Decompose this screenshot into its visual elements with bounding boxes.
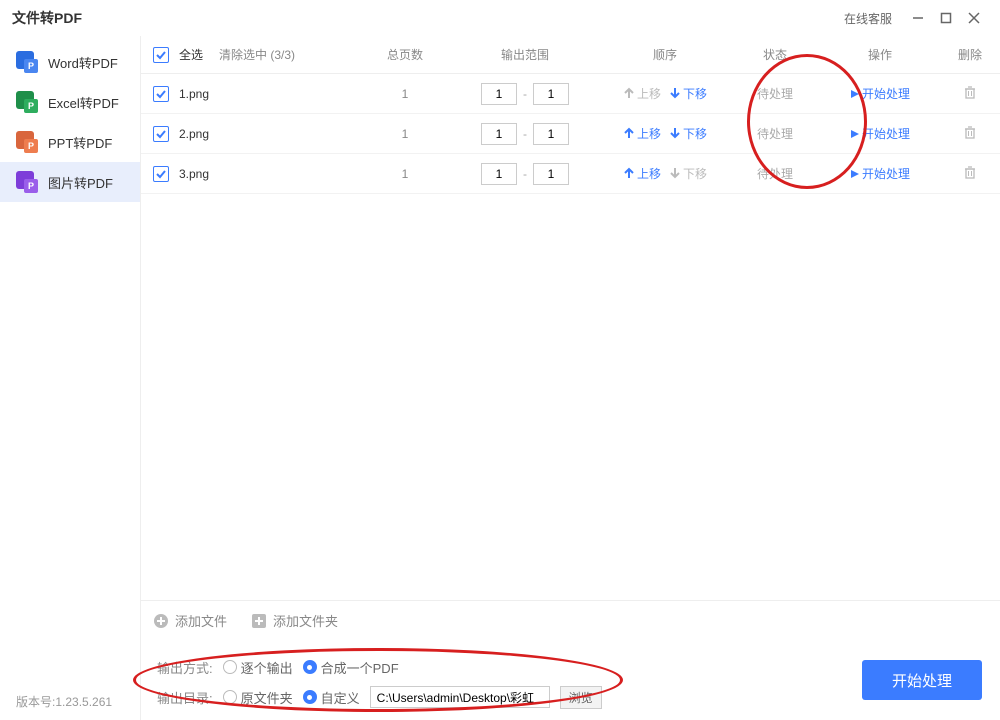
page-count: 1 xyxy=(360,87,450,101)
move-up-button: 上移 xyxy=(623,85,661,102)
trash-icon xyxy=(963,85,977,99)
play-icon xyxy=(850,129,860,139)
order-group: 上移下移 xyxy=(600,85,730,103)
range-to-input[interactable] xyxy=(533,83,569,105)
row-checkbox[interactable] xyxy=(153,126,169,142)
select-all-checkbox[interactable] xyxy=(153,47,169,63)
sidebar-item-label: Excel转PDF xyxy=(48,93,119,112)
maximize-button[interactable] xyxy=(932,4,960,32)
table-row: 3.png1-上移下移待处理开始处理 xyxy=(141,154,1000,194)
settings-panel: 输出方式: 逐个输出 合成一个PDF 输出目录: 原文件夹 自定义 浏览 开始处… xyxy=(141,640,1000,720)
sidebar-item-label: Word转PDF xyxy=(48,53,118,72)
range-to-input[interactable] xyxy=(533,123,569,145)
output-dir-label: 输出目录: xyxy=(157,688,213,707)
row-checkbox[interactable] xyxy=(153,86,169,102)
add-folder-button[interactable]: 添加文件夹 xyxy=(251,611,338,630)
trash-icon xyxy=(963,125,977,139)
radio-source-folder[interactable]: 原文件夹 xyxy=(223,688,293,707)
sidebar-item-label: 图片转PDF xyxy=(48,173,113,192)
trash-icon xyxy=(963,165,977,179)
row-checkbox[interactable] xyxy=(153,166,169,182)
excel-icon: P xyxy=(16,91,38,113)
start-item-button[interactable]: 开始处理 xyxy=(820,125,940,142)
col-pages: 总页数 xyxy=(360,46,450,63)
range-group: - xyxy=(450,83,600,105)
col-action: 操作 xyxy=(820,46,940,63)
app-title: 文件转PDF xyxy=(12,8,82,28)
clear-selected-button[interactable]: 清除选中 (3/3) xyxy=(219,46,295,63)
output-mode-label: 输出方式: xyxy=(157,658,213,677)
delete-row-button[interactable] xyxy=(940,85,1000,102)
range-dash: - xyxy=(523,87,527,101)
plus-circle-icon xyxy=(153,613,169,629)
order-group: 上移下移 xyxy=(600,125,730,143)
order-group: 上移下移 xyxy=(600,165,730,183)
row-status: 待处理 xyxy=(730,125,820,142)
sidebar-item-ppt[interactable]: P PPT转PDF xyxy=(0,122,140,162)
range-to-input[interactable] xyxy=(533,163,569,185)
file-name: 3.png xyxy=(179,167,360,181)
add-file-label: 添加文件 xyxy=(175,611,227,630)
add-file-button[interactable]: 添加文件 xyxy=(153,611,227,630)
browse-button[interactable]: 浏览 xyxy=(560,686,602,709)
page-count: 1 xyxy=(360,127,450,141)
move-down-button[interactable]: 下移 xyxy=(669,125,707,142)
play-icon xyxy=(850,89,860,99)
range-dash: - xyxy=(523,167,527,181)
col-order: 顺序 xyxy=(600,46,730,63)
image-icon: P xyxy=(16,171,38,193)
move-down-button: 下移 xyxy=(669,165,707,182)
online-support-link[interactable]: 在线客服 xyxy=(844,10,892,27)
start-item-button[interactable]: 开始处理 xyxy=(820,85,940,102)
move-up-button[interactable]: 上移 xyxy=(623,125,661,142)
radio-custom-folder[interactable]: 自定义 xyxy=(303,688,360,707)
minimize-button[interactable] xyxy=(904,4,932,32)
range-group: - xyxy=(450,123,600,145)
row-status: 待处理 xyxy=(730,165,820,182)
plus-square-icon xyxy=(251,613,267,629)
move-up-button[interactable]: 上移 xyxy=(623,165,661,182)
ppt-icon: P xyxy=(16,131,38,153)
file-name: 1.png xyxy=(179,87,360,101)
file-list: 1.png1-上移下移待处理开始处理2.png1-上移下移待处理开始处理3.pn… xyxy=(141,74,1000,600)
range-dash: - xyxy=(523,127,527,141)
play-icon xyxy=(850,169,860,179)
table-row: 1.png1-上移下移待处理开始处理 xyxy=(141,74,1000,114)
table-row: 2.png1-上移下移待处理开始处理 xyxy=(141,114,1000,154)
start-item-button[interactable]: 开始处理 xyxy=(820,165,940,182)
sidebar-item-word[interactable]: P Word转PDF xyxy=(0,42,140,82)
range-from-input[interactable] xyxy=(481,123,517,145)
range-from-input[interactable] xyxy=(481,163,517,185)
sidebar-item-excel[interactable]: P Excel转PDF xyxy=(0,82,140,122)
sidebar: P Word转PDF P Excel转PDF P PPT转PDF P 图片转PD… xyxy=(0,36,140,720)
page-count: 1 xyxy=(360,167,450,181)
radio-each-output[interactable]: 逐个输出 xyxy=(223,658,293,677)
delete-row-button[interactable] xyxy=(940,165,1000,182)
radio-merge-output[interactable]: 合成一个PDF xyxy=(303,658,399,677)
delete-row-button[interactable] xyxy=(940,125,1000,142)
col-range: 输出范围 xyxy=(450,46,600,63)
add-toolbar: 添加文件 添加文件夹 xyxy=(141,600,1000,640)
word-icon: P xyxy=(16,51,38,73)
version-label: 版本号:1.23.5.261 xyxy=(16,693,112,710)
output-path-input[interactable] xyxy=(370,686,550,708)
close-button[interactable] xyxy=(960,4,988,32)
move-down-button[interactable]: 下移 xyxy=(669,85,707,102)
range-group: - xyxy=(450,163,600,185)
main-panel: 全选 清除选中 (3/3) 总页数 输出范围 顺序 状态 操作 删除 1.png… xyxy=(140,36,1000,720)
col-status: 状态 xyxy=(730,46,820,63)
row-status: 待处理 xyxy=(730,85,820,102)
col-delete: 删除 xyxy=(940,46,1000,63)
sidebar-item-label: PPT转PDF xyxy=(48,133,112,152)
sidebar-item-image[interactable]: P 图片转PDF xyxy=(0,162,140,202)
table-header: 全选 清除选中 (3/3) 总页数 输出范围 顺序 状态 操作 删除 xyxy=(141,36,1000,74)
select-all-label[interactable]: 全选 xyxy=(179,46,203,63)
start-processing-button[interactable]: 开始处理 xyxy=(862,660,982,700)
range-from-input[interactable] xyxy=(481,83,517,105)
file-name: 2.png xyxy=(179,127,360,141)
add-folder-label: 添加文件夹 xyxy=(273,611,338,630)
